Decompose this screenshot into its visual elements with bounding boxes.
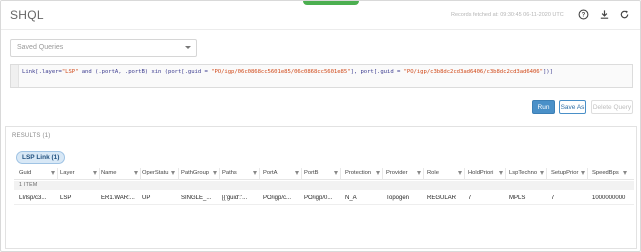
column-header[interactable]: SpeedBps <box>592 170 622 176</box>
query-editor[interactable]: Link[.layer="LSP" and (.portA, .portB) x… <box>10 64 633 88</box>
filter-icon[interactable] <box>213 171 217 175</box>
column-divider <box>57 168 58 180</box>
editor-gutter <box>11 65 19 87</box>
column-header[interactable]: OperStatu <box>142 170 169 176</box>
filter-icon[interactable] <box>458 171 462 175</box>
filter-icon[interactable] <box>51 171 55 175</box>
cell-protection: N_A <box>345 195 357 201</box>
column-divider <box>382 168 383 180</box>
column-header[interactable]: PathGroup <box>181 170 211 176</box>
cell-provider: Topogen <box>386 195 410 201</box>
column-divider <box>301 168 302 180</box>
cell-porta: PO/igp/c... <box>263 195 292 201</box>
app-title: SHQL <box>10 8 44 22</box>
filter-icon[interactable] <box>295 171 299 175</box>
column-divider <box>219 168 220 180</box>
column-header[interactable]: Layer <box>60 170 90 176</box>
column-header[interactable]: LspTechno <box>509 170 540 176</box>
column-divider <box>587 168 588 180</box>
cell-operstatus: UP <box>142 195 151 201</box>
cell-role: REGULAR <box>427 195 457 201</box>
cell-speedbps: 1000000000 <box>592 195 626 201</box>
column-header[interactable]: HoldPriori <box>468 170 498 176</box>
filter-icon[interactable] <box>499 171 503 175</box>
column-header[interactable]: PortB <box>304 170 332 176</box>
column-divider <box>423 168 424 180</box>
delete-query-button[interactable]: Delete Query <box>591 100 633 114</box>
column-header[interactable]: Name <box>101 170 131 176</box>
result-tab-lsp-link[interactable]: LSP Link (1) <box>16 151 66 164</box>
download-icon[interactable] <box>598 8 610 20</box>
filter-icon[interactable] <box>253 171 257 175</box>
filter-icon[interactable] <box>581 171 585 175</box>
saved-queries-select[interactable]: Saved Queries <box>10 39 197 57</box>
cell-lsptechnology: MPLS <box>509 195 526 201</box>
help-icon[interactable]: ? <box>577 8 589 20</box>
filter-icon[interactable] <box>417 171 421 175</box>
column-divider <box>178 168 179 180</box>
cell-layer: LSP <box>60 195 72 201</box>
active-indicator <box>303 1 359 5</box>
cell-paths: [{'guid':'... <box>222 195 248 201</box>
column-divider <box>99 168 100 180</box>
saved-queries-placeholder: Saved Queries <box>17 44 64 51</box>
filter-icon[interactable] <box>134 171 138 175</box>
column-header[interactable]: Protection <box>345 170 377 176</box>
column-divider <box>259 168 260 180</box>
chevron-down-icon <box>185 46 191 49</box>
filter-icon[interactable] <box>93 171 97 175</box>
column-header[interactable]: Provider <box>386 170 414 176</box>
group-label: 1 ITEM <box>19 182 38 188</box>
cell-setuppriority: 7 <box>551 195 555 201</box>
column-header[interactable]: Guid <box>19 170 47 176</box>
column-divider <box>140 168 141 180</box>
column-header[interactable]: PortA <box>263 170 293 176</box>
fetch-timestamp: Records fetched at: 09:30:45 06-11-2020 … <box>451 12 564 18</box>
filter-icon[interactable] <box>171 171 175 175</box>
run-button[interactable]: Run <box>532 100 555 114</box>
save-as-button[interactable]: Save As <box>559 100 586 114</box>
cell-name: ER1.WAR:... <box>101 195 135 201</box>
group-row: 1 ITEM <box>14 181 634 190</box>
column-header[interactable]: Role <box>427 170 455 176</box>
app-header: SHQL Records fetched at: 09:30:45 06-11-… <box>1 1 640 30</box>
filter-icon[interactable] <box>376 171 380 175</box>
cell-holdpriority: 7 <box>468 195 472 201</box>
filter-icon[interactable] <box>334 171 338 175</box>
column-divider <box>340 168 341 180</box>
cell-pathgroup: SINGLE_... <box>181 195 212 201</box>
table-header-row: Guid Layer Name OperStatu PathGroup Path… <box>14 168 634 180</box>
cell-guid: LI/lsp/c3... <box>19 195 47 201</box>
results-title: RESULTS (1) <box>12 133 51 139</box>
column-divider <box>505 168 506 180</box>
app-window: SHQL Records fetched at: 09:30:45 06-11-… <box>0 0 641 252</box>
column-header[interactable]: SetupPrior <box>551 170 581 176</box>
query-text[interactable]: Link[.layer="LSP" and (.portA, .portB) x… <box>22 69 553 75</box>
cell-portb: PO/igp/0... <box>304 195 333 201</box>
refresh-icon[interactable] <box>618 8 630 20</box>
filter-icon[interactable] <box>540 171 544 175</box>
column-header[interactable]: Paths <box>222 170 250 176</box>
table-row[interactable]: LI/lsp/c3... LSP ER1.WAR:... UP SINGLE_.… <box>14 191 634 205</box>
column-divider <box>464 168 465 180</box>
column-divider <box>546 168 547 180</box>
svg-text:?: ? <box>581 12 585 18</box>
filter-icon[interactable] <box>623 171 627 175</box>
